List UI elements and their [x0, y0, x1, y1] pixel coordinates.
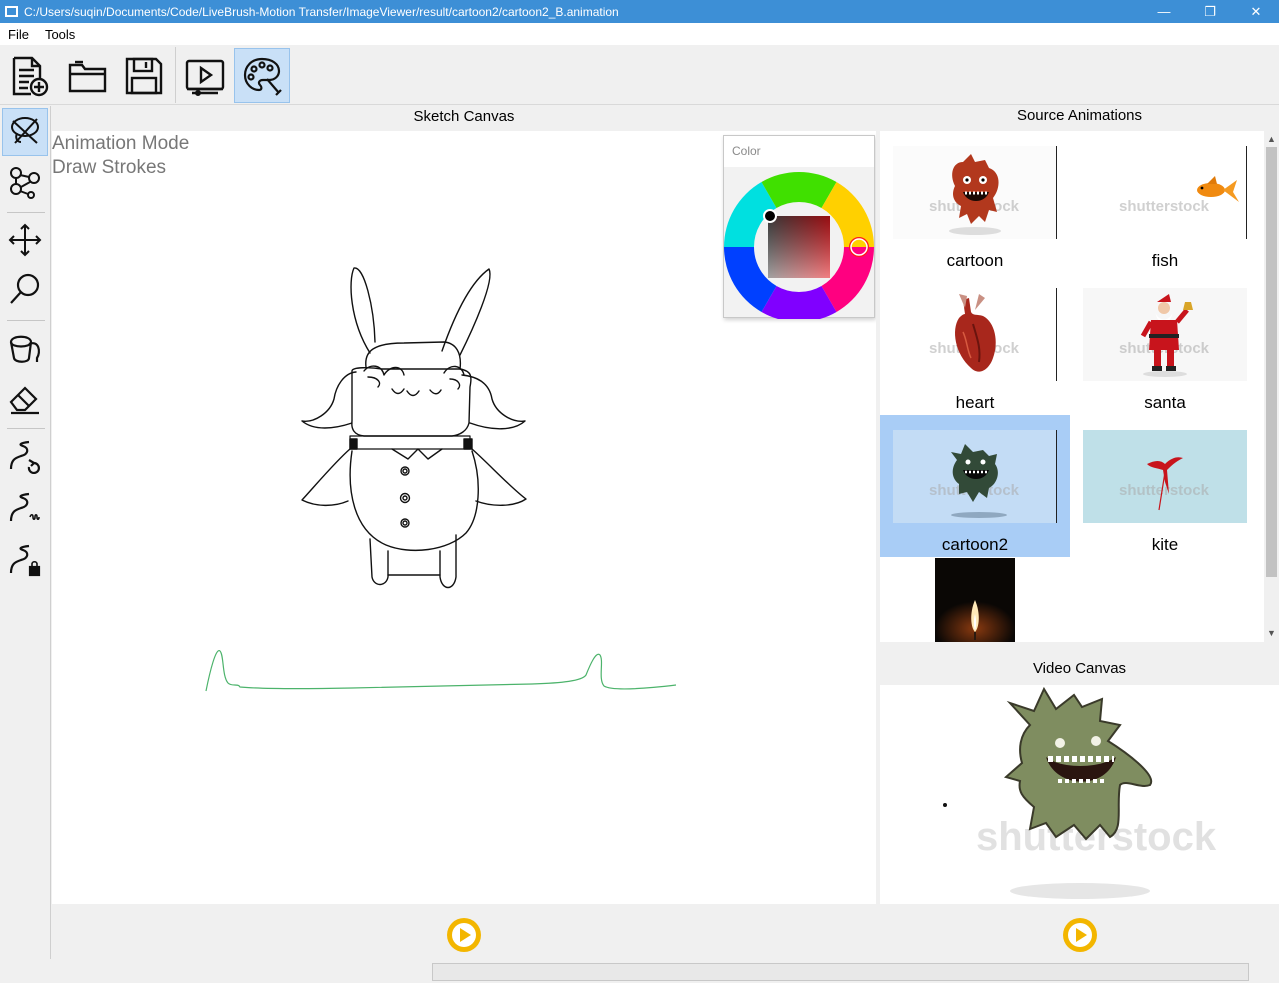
app-window: C:/Users/suqin/Documents/Code/LiveBrush-… — [0, 0, 1279, 983]
zoom-icon — [10, 273, 40, 304]
thumbnail-edge — [1246, 146, 1247, 239]
source-item-label: kite — [1151, 535, 1179, 554]
stroke-lock-icon — [9, 544, 41, 577]
new-file-button[interactable] — [2, 48, 58, 103]
menu-bar: File Tools — [0, 23, 1279, 45]
heart-organ-image — [955, 294, 996, 372]
tool-separator — [7, 428, 45, 429]
close-button[interactable]: ✕ — [1233, 0, 1279, 23]
stroke-spring-icon — [9, 492, 40, 522]
graph-nodes-tool[interactable] — [2, 158, 48, 206]
ground-stroke — [205, 650, 677, 692]
thumbnail-edge — [1056, 288, 1057, 381]
scroll-down-arrow[interactable]: ▼ — [1266, 627, 1277, 639]
thumbnail: shutterstock — [1083, 430, 1247, 523]
cartoon-monster-image — [949, 154, 1001, 235]
sketch-canvas[interactable]: Animation Mode Draw Strokes Color — [52, 131, 876, 904]
color-wheel[interactable] — [724, 167, 876, 319]
source-list-scrollbar[interactable]: ▲ ▼ — [1264, 131, 1279, 642]
save-button[interactable] — [116, 48, 172, 103]
green-monster-image — [951, 444, 1007, 518]
restore-button[interactable]: ❐ — [1187, 0, 1233, 23]
kite-image — [1147, 457, 1183, 511]
video-player-icon — [185, 59, 225, 96]
save-icon — [125, 57, 163, 94]
scrollbar-thumb[interactable] — [1266, 147, 1277, 577]
minimize-button[interactable]: — — [1141, 0, 1187, 23]
scroll-up-arrow[interactable]: ▲ — [1266, 133, 1277, 145]
source-animations-title: Source Animations — [1016, 107, 1143, 124]
saturation-handle — [763, 209, 777, 223]
source-item-fish[interactable]: shutterstock fish — [1070, 131, 1260, 273]
timeline-scrollbar[interactable] — [432, 963, 1249, 981]
open-folder-button[interactable] — [60, 48, 116, 103]
source-item-cartoon2[interactable]: shutterstock cartoon2 — [880, 415, 1070, 557]
menu-tools[interactable]: Tools — [37, 27, 83, 42]
source-item-heart[interactable]: shutterstock heart — [880, 273, 1070, 415]
source-animations-list: shutterstock cartoon shutterstock — [880, 131, 1264, 642]
source-item-label: heart — [955, 393, 995, 412]
stroke-lock-tool[interactable] — [2, 536, 48, 584]
palette-button[interactable] — [234, 48, 290, 103]
move-icon — [8, 223, 42, 257]
graph-nodes-icon — [10, 167, 40, 199]
app-icon — [5, 6, 18, 17]
tool-separator — [7, 320, 45, 321]
thumbnail-edge — [1056, 430, 1057, 523]
source-item-candle[interactable] — [935, 558, 1015, 642]
goldfish-image — [1197, 176, 1239, 202]
toolbar-separator — [175, 47, 176, 103]
source-item-label: fish — [1151, 251, 1179, 270]
video-canvas[interactable]: shutterstock — [880, 685, 1279, 904]
video-canvas-title: Video Canvas — [1032, 660, 1127, 677]
stroke-rotate-tool[interactable] — [2, 432, 48, 480]
sketch-play-button[interactable] — [447, 918, 481, 952]
paint-bucket-icon — [9, 335, 40, 363]
source-item-label: cartoon2 — [941, 535, 1009, 554]
source-item-label: santa — [1144, 393, 1186, 412]
stroke-spring-tool[interactable] — [2, 484, 48, 532]
source-item-kite[interactable]: shutterstock kite — [1070, 415, 1260, 557]
sketch-canvas-title: Sketch Canvas — [413, 108, 515, 125]
lasso-tool[interactable] — [2, 108, 48, 156]
bunny-character-sketch — [301, 267, 527, 589]
thumbnail-edge — [1056, 146, 1057, 239]
video-play-button[interactable] — [1063, 918, 1097, 952]
candle-flame-image — [935, 588, 1015, 642]
santa-image — [1140, 294, 1193, 377]
eraser-icon — [9, 386, 39, 415]
video-monster-frame — [943, 686, 1153, 899]
paint-bucket-tool[interactable] — [2, 324, 48, 372]
thumbnail: shutterstock — [893, 430, 1057, 523]
palette-icon — [243, 57, 282, 96]
source-item-label: cartoon — [946, 251, 1004, 270]
lasso-icon — [11, 117, 39, 144]
color-picker-label: Color — [732, 144, 761, 158]
new-file-icon — [12, 56, 49, 96]
thumbnail: shutterstock — [1083, 146, 1247, 239]
stroke-rotate-icon — [9, 440, 40, 474]
thumbnail: shutterstock — [1083, 288, 1247, 381]
source-item-santa[interactable]: shutterstock santa — [1070, 273, 1260, 415]
move-tool[interactable] — [2, 216, 48, 264]
menu-file[interactable]: File — [0, 27, 37, 42]
window-title: C:/Users/suqin/Documents/Code/LiveBrush-… — [24, 4, 619, 19]
toolbar — [0, 45, 1279, 105]
thumbnail: shutterstock — [893, 146, 1057, 239]
video-player-button[interactable] — [177, 48, 233, 103]
thumbnail: shutterstock — [893, 288, 1057, 381]
source-item-cartoon[interactable]: shutterstock cartoon — [880, 131, 1070, 273]
eraser-tool[interactable] — [2, 374, 48, 422]
tool-separator — [7, 212, 45, 213]
title-bar: C:/Users/suqin/Documents/Code/LiveBrush-… — [0, 0, 1279, 23]
open-folder-icon — [68, 60, 107, 92]
left-toolbar — [0, 106, 51, 959]
color-picker-popup[interactable]: Color — [723, 135, 876, 319]
zoom-tool[interactable] — [2, 266, 48, 314]
